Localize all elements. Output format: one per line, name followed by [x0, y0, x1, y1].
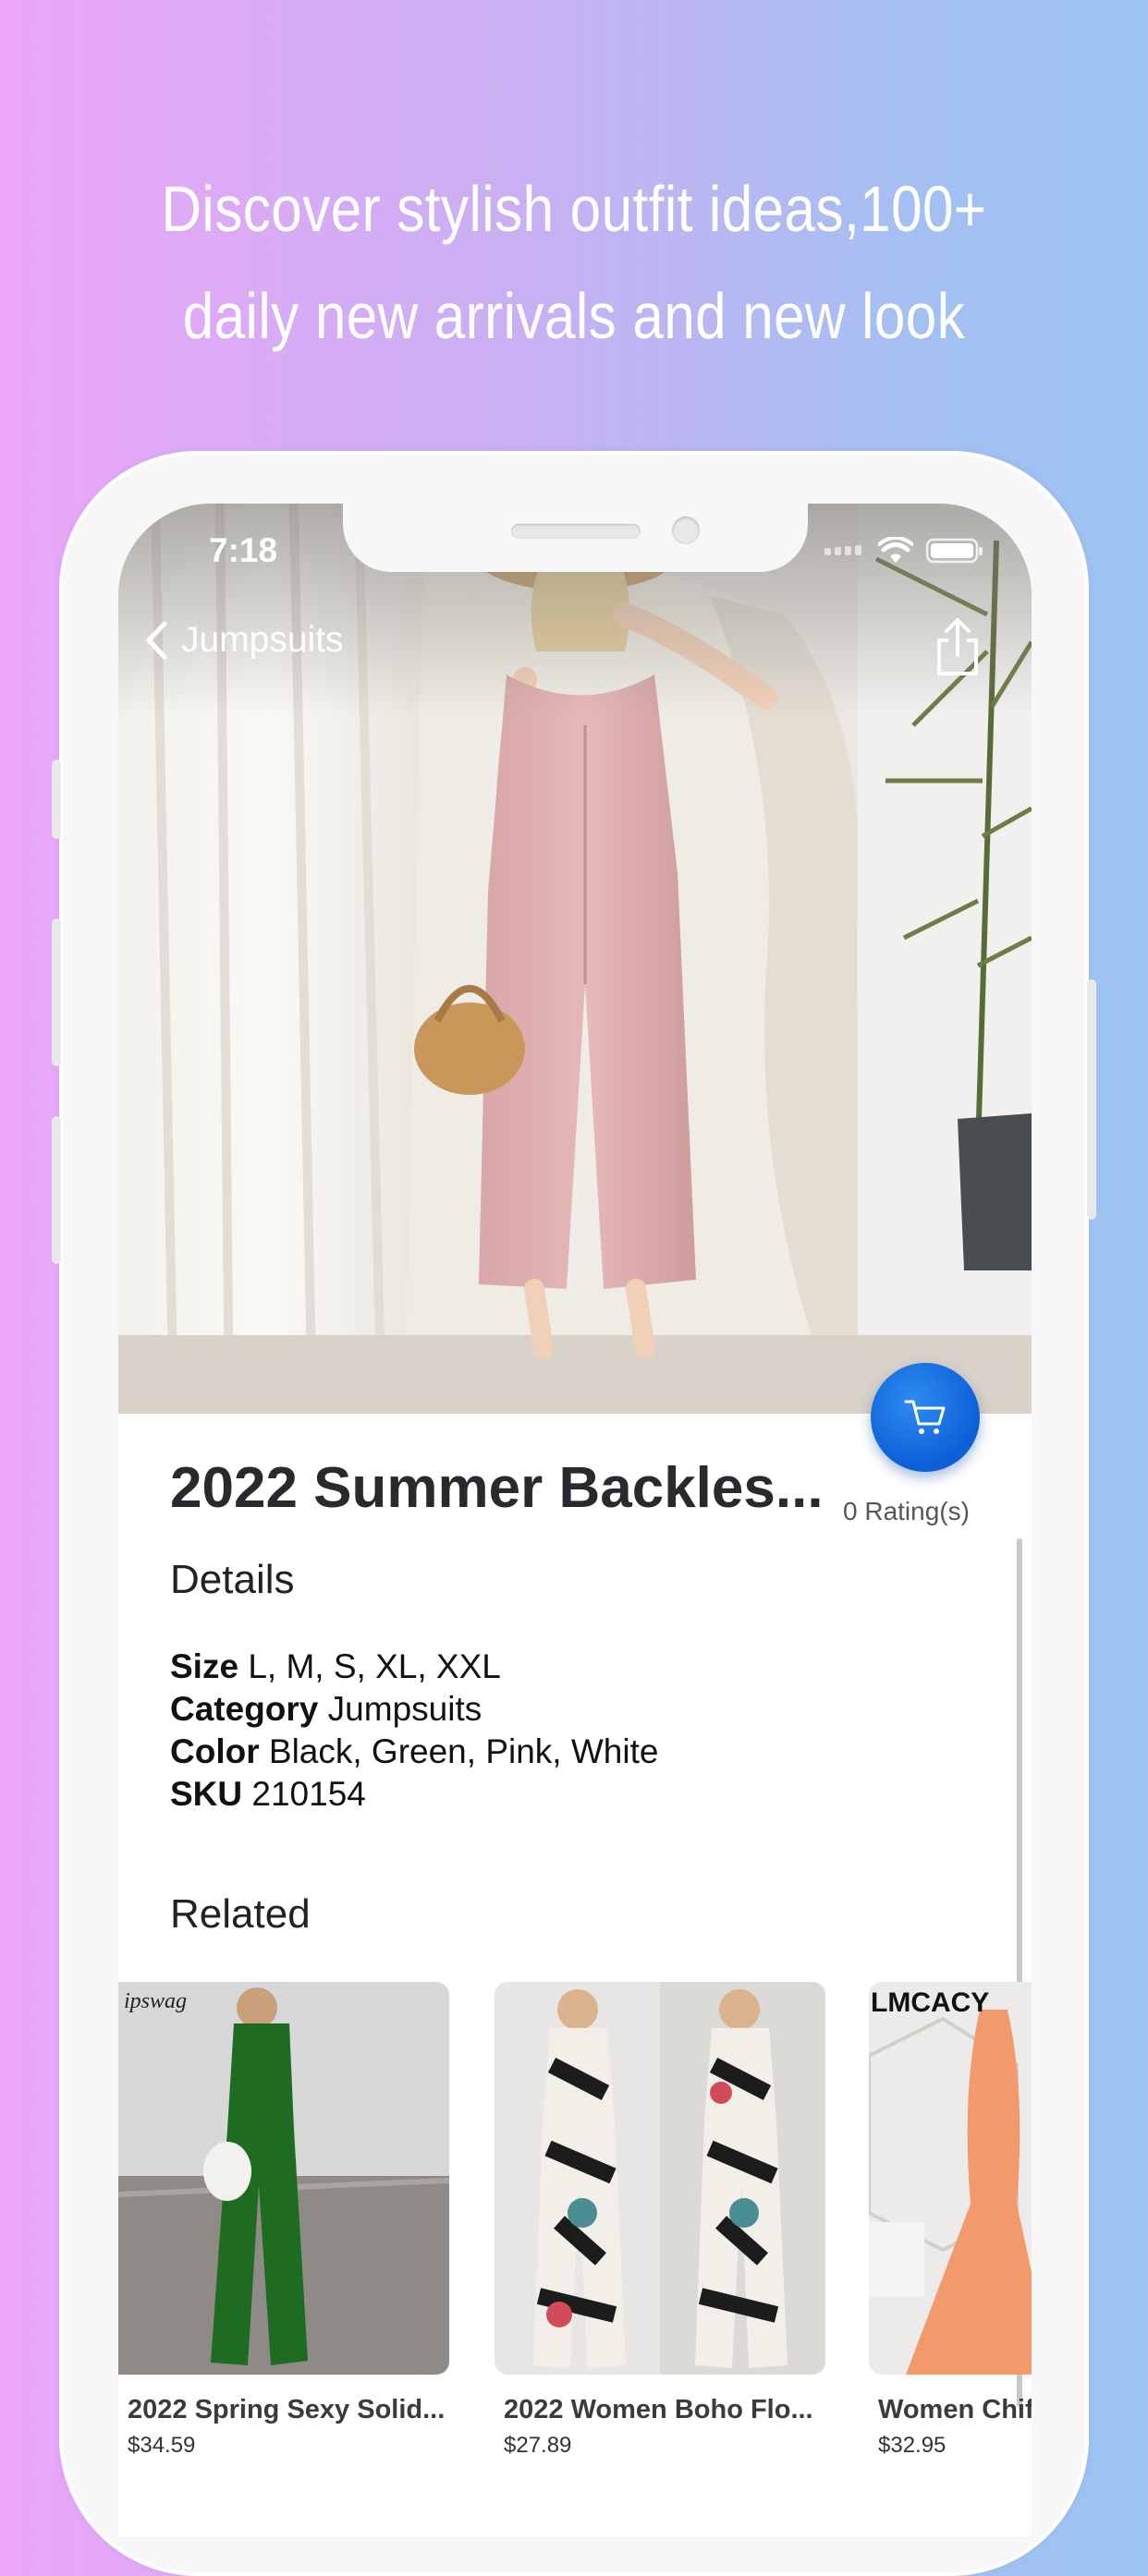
- spec-color: Color Black, Green, Pink, White: [170, 1732, 658, 1771]
- cart-icon: [904, 1400, 946, 1434]
- battery-icon: [926, 538, 983, 564]
- related-product-card[interactable]: LMCACY Women Chif $32.95: [869, 1982, 1032, 2459]
- spec-label: Size: [170, 1647, 239, 1685]
- phone-volume-up: [52, 918, 61, 1066]
- device-notch: [343, 504, 808, 572]
- brand-watermark: LMCACY: [871, 1987, 990, 2018]
- phone-power-button: [1087, 979, 1096, 1220]
- promo-headline: Discover stylish outfit ideas,100+ daily…: [0, 155, 1148, 370]
- spec-category: Category Jumpsuits: [170, 1690, 482, 1729]
- related-product-image: LMCACY: [869, 1982, 1032, 2375]
- product-title: 2022 Summer Backles...: [170, 1456, 824, 1520]
- spec-label: SKU: [170, 1775, 243, 1813]
- phone-volume-down: [52, 1116, 61, 1264]
- product-hero-image: 7:18 Jumpsuits: [118, 504, 1032, 1414]
- related-product-title: Women Chif: [878, 2395, 1032, 2424]
- brand-watermark: ipswag: [124, 1989, 188, 2013]
- related-product-image: [495, 1982, 825, 2375]
- back-button[interactable]: Jumpsuits: [144, 620, 344, 661]
- related-heading: Related: [170, 1891, 311, 1937]
- details-heading: Details: [170, 1557, 295, 1602]
- phone-mute-switch: [52, 759, 61, 839]
- promo-headline-line2: daily new arrivals and new look: [182, 280, 966, 352]
- related-product-image: ipswag: [118, 1982, 449, 2375]
- rating-count: 0 Rating(s): [843, 1497, 970, 1525]
- spec-value: 210154: [251, 1775, 366, 1813]
- product-photo: [495, 1982, 825, 2375]
- app-screen: 7:18 Jumpsuits 2022 Summer Backles... 0 …: [118, 504, 1032, 2536]
- share-button[interactable]: [928, 614, 987, 679]
- related-product-card[interactable]: ipswag 2022 Spring Sexy Solid... $34.59: [118, 1982, 449, 2459]
- related-product-price: $34.59: [128, 2433, 196, 2458]
- share-icon: [937, 618, 978, 675]
- spec-sku: SKU 210154: [170, 1775, 366, 1814]
- spec-value: L, M, S, XL, XXL: [248, 1647, 501, 1685]
- product-photo: [869, 1982, 1032, 2375]
- related-product-price: $32.95: [878, 2433, 946, 2458]
- chevron-left-icon: [146, 621, 167, 660]
- spec-value: Jumpsuits: [327, 1690, 482, 1728]
- back-label: Jumpsuits: [181, 620, 344, 660]
- notch-camera: [672, 516, 700, 544]
- spec-label: Category: [170, 1690, 319, 1728]
- spec-value: Black, Green, Pink, White: [268, 1732, 659, 1770]
- signal-icon: [824, 545, 861, 555]
- related-product-card[interactable]: 2022 Women Boho Flo... $27.89: [495, 1982, 825, 2459]
- product-photo: [118, 1982, 449, 2375]
- related-product-title: 2022 Spring Sexy Solid...: [128, 2395, 446, 2424]
- spec-label: Color: [170, 1732, 260, 1770]
- promo-headline-line1: Discover stylish outfit ideas,100+: [161, 173, 987, 245]
- wifi-icon: [878, 537, 913, 563]
- status-time: 7:18: [209, 531, 278, 569]
- spec-size: Size L, M, S, XL, XXL: [170, 1647, 501, 1686]
- related-product-price: $27.89: [504, 2433, 572, 2458]
- status-icons: [824, 537, 983, 565]
- related-product-title: 2022 Women Boho Flo...: [504, 2395, 813, 2424]
- notch-speaker: [511, 524, 641, 539]
- add-to-cart-button[interactable]: [871, 1363, 980, 1472]
